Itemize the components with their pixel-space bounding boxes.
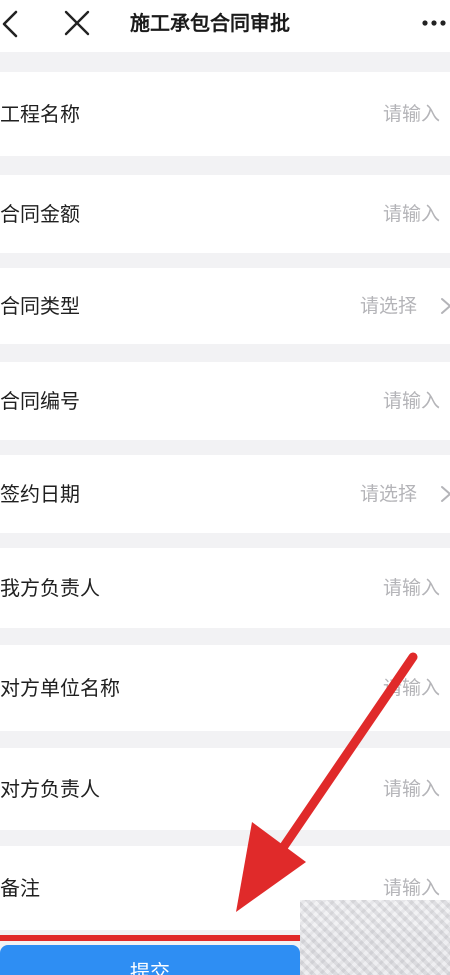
contract-number-input[interactable]: 请输入 bbox=[383, 387, 440, 415]
counterparty-representative-input[interactable]: 请输入 bbox=[383, 775, 440, 803]
form-row-contract-amount[interactable]: 合同金额 请输入 bbox=[0, 175, 450, 253]
signing-date-select[interactable]: 请选择 bbox=[360, 480, 417, 508]
chevron-right-icon bbox=[441, 486, 450, 502]
form-row-counterparty-representative[interactable]: 对方负责人 请输入 bbox=[0, 748, 450, 830]
field-label: 合同金额 bbox=[0, 202, 80, 226]
chevron-right-icon bbox=[441, 298, 450, 314]
page-title: 施工承包合同审批 bbox=[130, 11, 290, 35]
watermark bbox=[300, 900, 450, 975]
field-label: 工程名称 bbox=[0, 102, 80, 126]
close-icon[interactable] bbox=[62, 8, 92, 38]
field-label: 合同编号 bbox=[0, 389, 80, 413]
approval-form-page: 施工承包合同审批 工程名称 请输入 合同金额 请输入 合同类型 请选择 合同编号… bbox=[0, 0, 450, 975]
top-nav-bar: 施工承包合同审批 bbox=[0, 0, 450, 52]
chevron-left-icon[interactable] bbox=[0, 8, 28, 40]
form-row-contract-type[interactable]: 合同类型 请选择 bbox=[0, 268, 450, 344]
form-row-project-name[interactable]: 工程名称 请输入 bbox=[0, 72, 450, 156]
field-label: 对方负责人 bbox=[0, 777, 100, 801]
more-horizontal-icon[interactable] bbox=[420, 8, 450, 38]
contract-type-select[interactable]: 请选择 bbox=[360, 292, 417, 320]
contract-amount-input[interactable]: 请输入 bbox=[383, 200, 440, 228]
form-row-our-representative[interactable]: 我方负责人 请输入 bbox=[0, 548, 450, 628]
highlight-outline bbox=[0, 935, 300, 941]
field-label: 我方负责人 bbox=[0, 576, 100, 600]
our-representative-input[interactable]: 请输入 bbox=[383, 574, 440, 602]
submit-button-label: 提交 bbox=[130, 960, 170, 975]
remarks-input[interactable]: 请输入 bbox=[383, 874, 440, 902]
submit-button[interactable]: 提交 bbox=[0, 945, 300, 975]
counterparty-name-input[interactable]: 请输入 bbox=[383, 674, 440, 702]
field-label: 合同类型 bbox=[0, 294, 80, 318]
form-row-counterparty-name[interactable]: 对方单位名称 请输入 bbox=[0, 645, 450, 731]
form-row-signing-date[interactable]: 签约日期 请选择 bbox=[0, 455, 450, 533]
project-name-input[interactable]: 请输入 bbox=[383, 100, 440, 128]
form-row-contract-number[interactable]: 合同编号 请输入 bbox=[0, 362, 450, 440]
field-label: 对方单位名称 bbox=[0, 676, 120, 700]
field-label: 签约日期 bbox=[0, 482, 80, 506]
field-label: 备注 bbox=[0, 876, 40, 900]
